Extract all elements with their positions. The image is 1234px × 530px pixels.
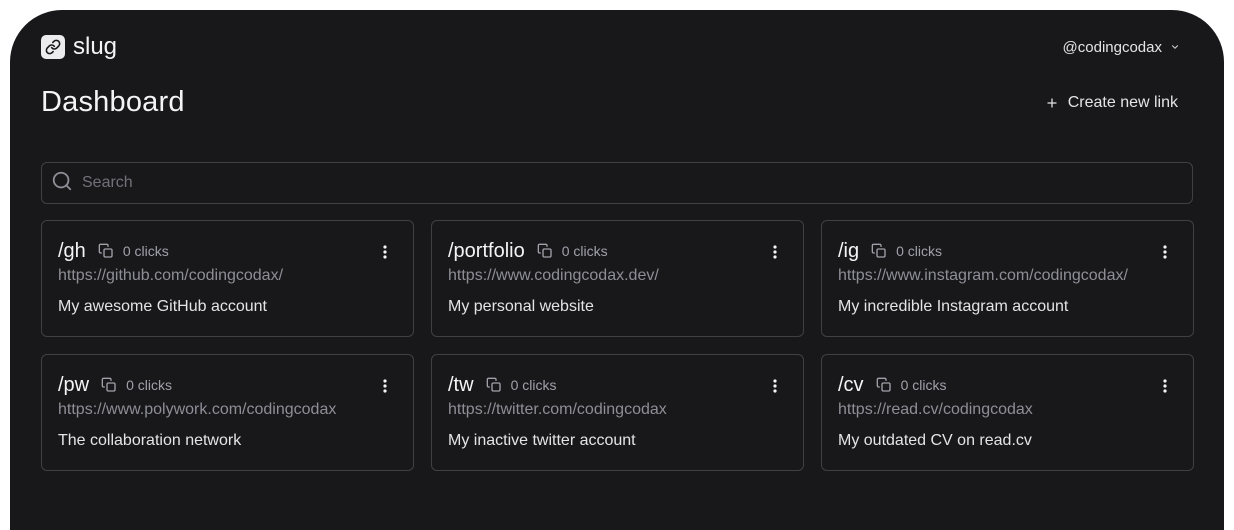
link-url[interactable]: https://twitter.com/codingcodax xyxy=(448,400,787,420)
link-slug[interactable]: /tw xyxy=(448,374,474,397)
more-options-icon[interactable] xyxy=(379,377,391,395)
chevron-down-icon xyxy=(1170,39,1180,56)
link-card[interactable]: /pw 0 clicks https://www.polywork.com/co… xyxy=(41,354,414,471)
link-description: My awesome GitHub account xyxy=(58,298,267,315)
more-options-icon[interactable] xyxy=(769,243,781,261)
plus-icon xyxy=(1046,95,1058,111)
click-count: 0 clicks xyxy=(126,377,173,393)
more-options-icon[interactable] xyxy=(1159,243,1171,261)
page-header: Dashboard Create new link xyxy=(41,86,1193,119)
copy-icon[interactable] xyxy=(876,377,892,393)
create-new-link-button[interactable]: Create new link xyxy=(1046,94,1178,112)
link-card[interactable]: /gh 0 clicks https://github.com/codingco… xyxy=(41,220,414,337)
username: @codingcodax xyxy=(1062,38,1162,56)
copy-icon[interactable] xyxy=(101,377,117,393)
copy-icon[interactable] xyxy=(537,243,553,259)
link-card[interactable]: /ig 0 clicks https://www.instagram.com/c… xyxy=(821,220,1194,337)
link-slug[interactable]: /pw xyxy=(58,374,89,397)
link-card-header: /cv 0 clicks xyxy=(838,373,1177,397)
page-title: Dashboard xyxy=(41,86,185,118)
more-options-icon[interactable] xyxy=(379,243,391,261)
copy-icon[interactable] xyxy=(98,243,114,259)
click-count: 0 clicks xyxy=(896,243,943,259)
app-panel: slug @codingcodax Dashboard Create new l… xyxy=(10,10,1224,530)
more-options-icon[interactable] xyxy=(1159,377,1171,395)
link-description: My incredible Instagram account xyxy=(838,298,1069,315)
link-card-header: /portfolio 0 clicks xyxy=(448,239,787,263)
app-name: slug xyxy=(73,33,118,60)
link-card-header: /gh 0 clicks xyxy=(58,239,397,263)
link-url[interactable]: https://www.codingcodax.dev/ xyxy=(448,266,787,286)
search-input[interactable] xyxy=(82,174,1192,192)
click-count: 0 clicks xyxy=(561,243,608,259)
search-box[interactable] xyxy=(41,162,1193,204)
link-card[interactable]: /portfolio 0 clicks https://www.codingco… xyxy=(431,220,804,337)
link-slug[interactable]: /gh xyxy=(58,240,86,263)
copy-icon[interactable] xyxy=(486,377,502,393)
top-bar: slug @codingcodax xyxy=(41,34,1193,60)
search-icon xyxy=(51,170,73,197)
link-card-header: /tw 0 clicks xyxy=(448,373,787,397)
link-url[interactable]: https://github.com/codingcodax/ xyxy=(58,266,397,286)
link-card[interactable]: /cv 0 clicks https://read.cv/codingcodax… xyxy=(821,354,1194,471)
create-new-link-label: Create new link xyxy=(1067,93,1178,111)
click-count: 0 clicks xyxy=(900,377,947,393)
user-menu[interactable]: @codingcodax xyxy=(1063,39,1180,56)
link-description: My personal website xyxy=(448,298,594,315)
link-slug[interactable]: /portfolio xyxy=(448,240,525,263)
link-slug[interactable]: /cv xyxy=(838,374,864,397)
link-slug[interactable]: /ig xyxy=(838,240,859,263)
brand[interactable]: slug xyxy=(41,35,117,59)
link-description: My inactive twitter account xyxy=(448,432,636,449)
link-description: The collaboration network xyxy=(58,432,242,449)
link-icon xyxy=(41,35,65,59)
links-grid: /gh 0 clicks https://github.com/codingco… xyxy=(41,220,1194,471)
link-card-header: /pw 0 clicks xyxy=(58,373,397,397)
link-url[interactable]: https://www.polywork.com/codingcodax xyxy=(58,400,397,420)
copy-icon[interactable] xyxy=(871,243,887,259)
link-description: My outdated CV on read.cv xyxy=(838,432,1032,449)
link-card[interactable]: /tw 0 clicks https://twitter.com/codingc… xyxy=(431,354,804,471)
more-options-icon[interactable] xyxy=(769,377,781,395)
link-card-header: /ig 0 clicks xyxy=(838,239,1177,263)
link-url[interactable]: https://read.cv/codingcodax xyxy=(838,400,1177,420)
click-count: 0 clicks xyxy=(510,377,557,393)
link-url[interactable]: https://www.instagram.com/codingcodax/ xyxy=(838,266,1177,286)
click-count: 0 clicks xyxy=(122,243,169,259)
